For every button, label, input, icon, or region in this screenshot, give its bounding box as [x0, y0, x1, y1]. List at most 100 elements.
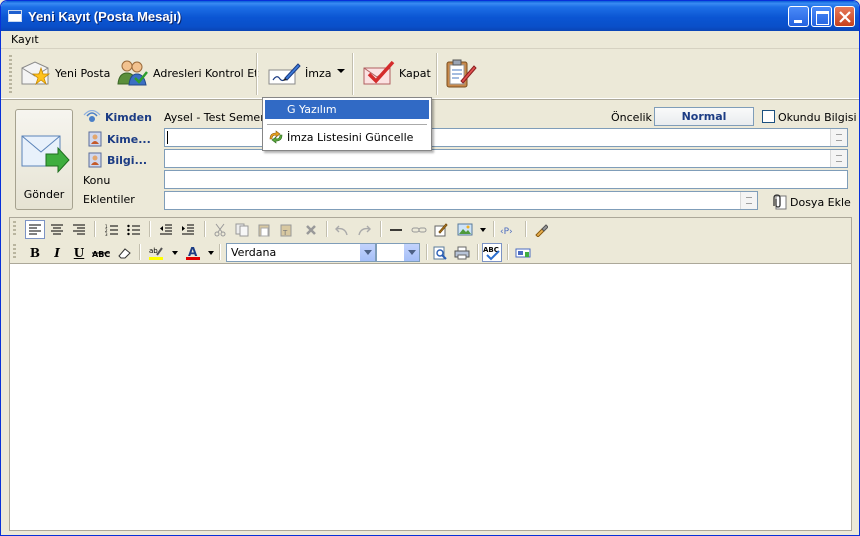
- delete-x-icon: [306, 224, 316, 235]
- delete-button[interactable]: [301, 220, 321, 239]
- signature-dropdown-arrow[interactable]: [337, 69, 345, 73]
- to-button[interactable]: Kime...: [87, 131, 151, 147]
- indent-icon: [182, 224, 194, 234]
- toolbar-separator: [139, 244, 141, 260]
- preview-icon: [433, 246, 447, 260]
- check-addresses-button[interactable]: Adresleri Kontrol Et: [115, 57, 259, 89]
- message-body-editor[interactable]: [9, 263, 852, 531]
- font-family-select[interactable]: Verdana: [226, 243, 376, 262]
- insert-image-button[interactable]: [455, 220, 475, 239]
- redo-button[interactable]: [354, 220, 374, 239]
- align-right-button[interactable]: [69, 220, 89, 239]
- chevron-down-icon: [359, 244, 375, 261]
- svg-text:A: A: [188, 245, 198, 259]
- close-message-label: Kapat: [399, 66, 431, 80]
- align-right-icon: [73, 224, 85, 234]
- bold-icon: B: [29, 245, 41, 260]
- menu-item-kayit[interactable]: Kayıt: [11, 33, 39, 46]
- add-file-label: Dosya Ekle: [790, 195, 851, 209]
- toolbar-grip[interactable]: [13, 244, 16, 260]
- italic-button[interactable]: I: [47, 243, 67, 262]
- users-check-icon: [117, 60, 148, 86]
- update-signature-list-item[interactable]: İmza Listesini Güncelle: [265, 128, 429, 147]
- from-label-row: Kimden: [83, 110, 152, 124]
- preview-button[interactable]: [430, 243, 450, 262]
- highlighter-icon: ab: [149, 247, 163, 260]
- numbered-list-button[interactable]: 123: [102, 220, 122, 239]
- chevron-down-icon: [403, 244, 419, 261]
- send-envelope-icon: [21, 135, 70, 174]
- close-window-button[interactable]: [834, 6, 855, 27]
- toolbar-separator: [493, 221, 495, 237]
- attachments-scroll[interactable]: [740, 192, 757, 209]
- underline-button[interactable]: U: [69, 243, 89, 262]
- numbered-list-icon: 123: [105, 224, 118, 236]
- text-cursor: [167, 131, 168, 144]
- to-scroll[interactable]: [830, 129, 847, 146]
- add-file-button[interactable]: Dosya Ekle: [769, 194, 851, 210]
- title-bar[interactable]: Yeni Kayıt (Posta Mesajı): [1, 1, 859, 31]
- toolbar-separator: [426, 244, 428, 260]
- attachments-field[interactable]: [164, 191, 758, 210]
- highlight-button[interactable]: ab: [146, 243, 166, 262]
- clipboard-task-button[interactable]: [443, 57, 477, 89]
- read-receipt-checkbox[interactable]: [762, 110, 775, 123]
- hyperlink-button[interactable]: [409, 220, 429, 239]
- send-button[interactable]: Gönder: [15, 109, 73, 210]
- indent-button[interactable]: [178, 220, 198, 239]
- strikethrough-button[interactable]: ABC: [91, 243, 111, 262]
- clear-format-button[interactable]: [531, 220, 551, 239]
- paragraph-button[interactable]: ‹P›: [499, 220, 519, 239]
- font-size-select[interactable]: [376, 243, 420, 262]
- subject-input[interactable]: [164, 170, 848, 189]
- svg-text:T: T: [282, 229, 288, 237]
- undo-button[interactable]: [332, 220, 352, 239]
- insert-field-button[interactable]: [513, 243, 533, 262]
- toolbar-grip[interactable]: [13, 221, 16, 237]
- image-icon: [457, 223, 473, 236]
- cc-scroll[interactable]: [830, 150, 847, 167]
- signature-menu-item-g-yazilim[interactable]: G Yazılım: [265, 100, 429, 119]
- cc-button[interactable]: Bilgi...: [87, 152, 147, 168]
- font-color-button[interactable]: A: [183, 243, 203, 262]
- toolbar-grip[interactable]: [9, 55, 12, 93]
- editor-toolbar-row-2: B I U ABC ab A Verdana ABC: [10, 241, 851, 263]
- bold-button[interactable]: B: [25, 243, 45, 262]
- align-center-button[interactable]: [47, 220, 67, 239]
- signature-pen-icon: [268, 63, 301, 85]
- signature-button[interactable]: İmza: [267, 57, 331, 89]
- toolbar-separator: [149, 221, 151, 237]
- edit-note-button[interactable]: [431, 220, 451, 239]
- menu-bar: Kayıt: [1, 31, 859, 49]
- font-color-icon: A: [186, 245, 200, 260]
- outdent-button[interactable]: [156, 220, 176, 239]
- paperclip-icon: [773, 194, 787, 210]
- priority-selector[interactable]: Normal: [654, 107, 754, 126]
- editor-toolbar: 123 T ‹P› B I U ABC ab A Verdana ABC: [9, 217, 852, 263]
- insert-image-dropdown-arrow[interactable]: [480, 228, 486, 232]
- horizontal-rule-button[interactable]: [386, 220, 406, 239]
- eraser-button[interactable]: [114, 243, 134, 262]
- highlight-dropdown-arrow[interactable]: [172, 251, 178, 255]
- new-mail-label: Yeni Posta: [55, 66, 111, 80]
- maximize-button[interactable]: [811, 6, 832, 27]
- send-label: Gönder: [23, 188, 65, 201]
- close-message-button[interactable]: Kapat: [361, 57, 431, 89]
- new-mail-button[interactable]: Yeni Posta: [19, 57, 110, 89]
- main-toolbar: Yeni Posta Adresleri Kontrol Et İmza Kap…: [1, 49, 859, 100]
- print-button[interactable]: [452, 243, 472, 262]
- align-left-icon: [29, 224, 41, 234]
- cc-input[interactable]: [164, 149, 848, 168]
- bullet-list-button[interactable]: [124, 220, 144, 239]
- paste-button[interactable]: [254, 220, 274, 239]
- attachments-label: Eklentiler: [83, 193, 135, 206]
- broadcast-icon: [83, 110, 101, 122]
- copy-button[interactable]: [232, 220, 252, 239]
- cut-button[interactable]: [210, 220, 230, 239]
- brush-icon: [535, 223, 548, 237]
- align-left-button[interactable]: [25, 220, 45, 239]
- font-color-dropdown-arrow[interactable]: [208, 251, 214, 255]
- minimize-button[interactable]: [788, 6, 809, 27]
- spellcheck-button[interactable]: ABC: [482, 243, 502, 262]
- paste-special-button[interactable]: T: [276, 220, 296, 239]
